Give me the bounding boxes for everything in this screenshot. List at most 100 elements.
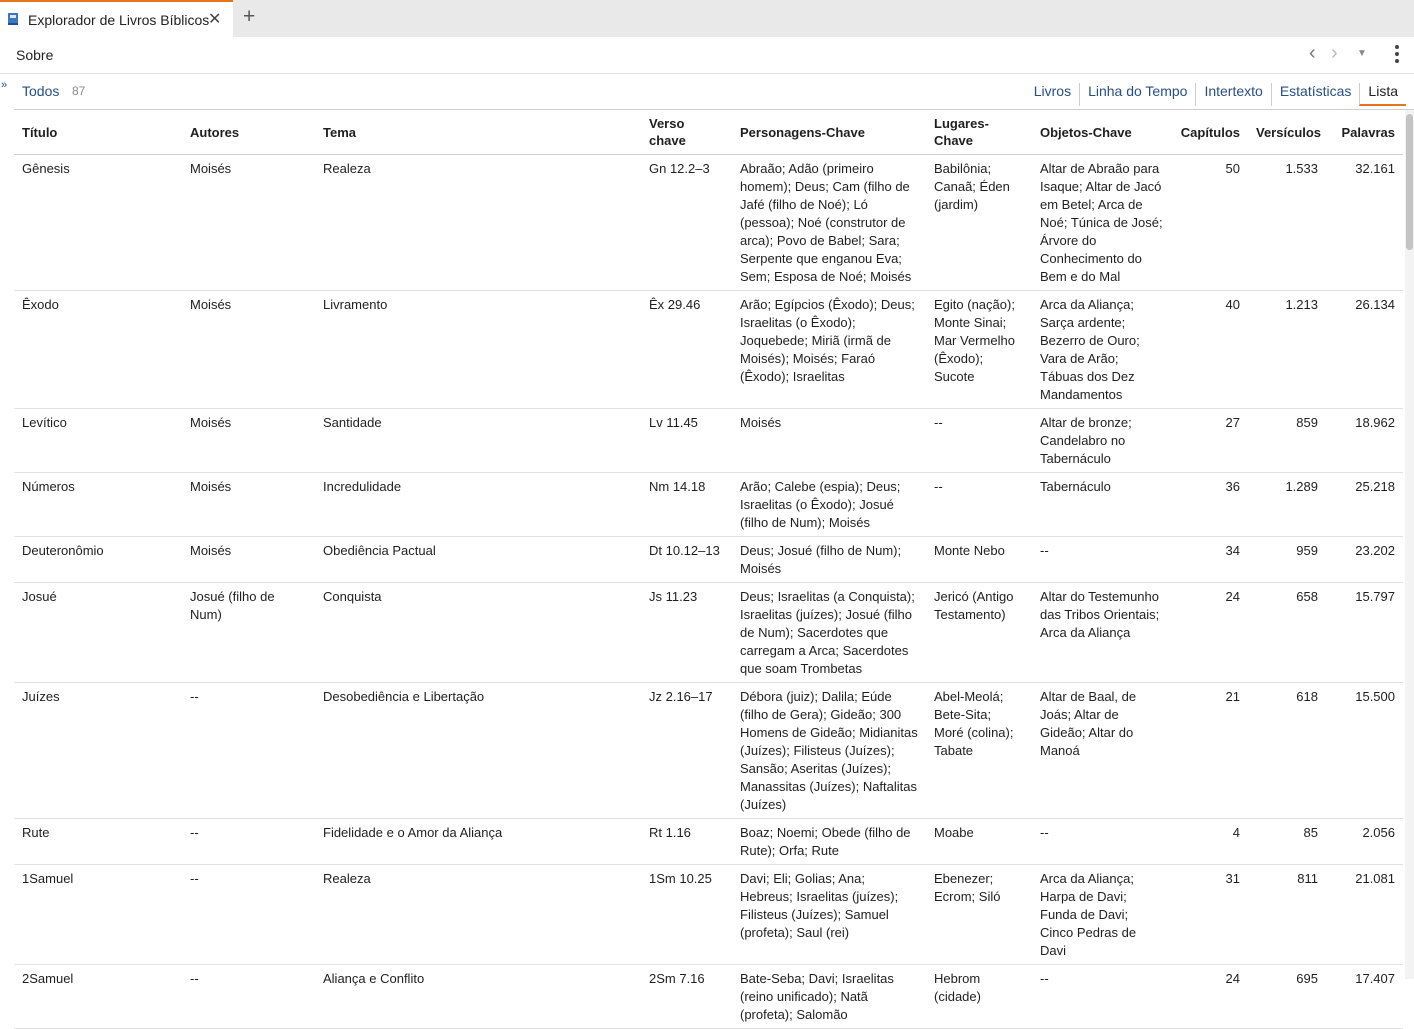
- cell-objects[interactable]: Altar de Abraão para Isaque; Altar de Ja…: [1032, 154, 1172, 291]
- cell-title[interactable]: Josué: [14, 582, 182, 683]
- table-row[interactable]: Rute -- Fidelidade e o Amor da Aliança Rt 1…: [14, 818, 1403, 865]
- tab-intertexto[interactable]: Intertexto: [1195, 83, 1270, 106]
- cell-characters[interactable]: Davi; Eli; Golias; Ana; Hebreus; Israeli…: [732, 864, 926, 965]
- cell-chapters: 31: [1172, 864, 1248, 965]
- cell-characters[interactable]: Abraão; Adão (primeiro homem); Deus; Cam…: [732, 154, 926, 291]
- cell-authors[interactable]: Moisés: [182, 472, 315, 537]
- cell-places[interactable]: Jericó (Antigo Testamento): [926, 582, 1032, 683]
- table-row[interactable]: Levítico Moisés Santidade Lv 11.45 Moisés -- A…: [14, 408, 1403, 473]
- col-header-places[interactable]: Lugares-Chave: [926, 110, 1032, 155]
- vertical-scrollbar[interactable]: [1405, 110, 1414, 979]
- table-row[interactable]: Êxodo Moisés Livramento Êx 29.46 Arão; Egípc…: [14, 290, 1403, 409]
- cell-words: 23.202: [1326, 536, 1403, 583]
- cell-key-verse[interactable]: Js 11.23: [641, 582, 732, 683]
- cell-characters[interactable]: Débora (juiz); Dalila; Eúde (filho de Ge…: [732, 682, 926, 819]
- cell-places[interactable]: Egito (nação); Monte Sinai; Mar Vermelho…: [926, 290, 1032, 409]
- more-options-icon[interactable]: [1393, 45, 1401, 65]
- cell-words: 32.161: [1326, 154, 1403, 291]
- cell-title[interactable]: Números: [14, 472, 182, 537]
- col-header-verses[interactable]: Versículos: [1248, 110, 1326, 155]
- cell-title[interactable]: Gênesis: [14, 154, 182, 291]
- table-row[interactable]: Deuteronômio Moisés Obediência Pactual Dt 1…: [14, 536, 1403, 583]
- tab-livros[interactable]: Livros: [1026, 83, 1079, 106]
- col-header-authors[interactable]: Autores: [182, 110, 315, 155]
- cell-objects[interactable]: Altar do Testemunho das Tribos Orientais…: [1032, 582, 1172, 683]
- tab-linha-do-tempo[interactable]: Linha do Tempo: [1079, 83, 1195, 106]
- cell-places[interactable]: Monte Nebo: [926, 536, 1032, 583]
- cell-characters[interactable]: Moisés: [732, 408, 926, 473]
- filter-todos[interactable]: Todos: [22, 83, 59, 99]
- cell-key-verse[interactable]: 2Sm 7.16: [641, 964, 732, 1029]
- table-row[interactable]: Gênesis Moisés Realeza Gn 12.2–3 Abraão; Adã…: [14, 154, 1403, 291]
- cell-objects[interactable]: Tabernáculo: [1032, 472, 1172, 537]
- cell-characters[interactable]: Bate-Seba; Davi; Israelitas (reino unifi…: [732, 964, 926, 1029]
- view-tabs: Livros Linha do Tempo Intertexto Estatís…: [1026, 83, 1406, 106]
- cell-title[interactable]: 2Samuel: [14, 964, 182, 1029]
- cell-objects[interactable]: Arca da Aliança; Sarça ardente; Bezerro …: [1032, 290, 1172, 409]
- cell-chapters: 34: [1172, 536, 1248, 583]
- col-header-chapters[interactable]: Capítulos: [1172, 110, 1248, 155]
- forward-icon[interactable]: ›: [1331, 42, 1338, 65]
- cell-objects[interactable]: Altar de bronze; Candelabro no Tabernácu…: [1032, 408, 1172, 473]
- cell-authors[interactable]: Moisés: [182, 536, 315, 583]
- cell-places[interactable]: Babilônia; Canaã; Éden (jardim): [926, 154, 1032, 291]
- cell-authors[interactable]: Moisés: [182, 154, 315, 291]
- cell-title[interactable]: Êxodo: [14, 290, 182, 409]
- cell-key-verse[interactable]: Gn 12.2–3: [641, 154, 732, 291]
- cell-places[interactable]: Hebrom (cidade): [926, 964, 1032, 1029]
- cell-characters[interactable]: Deus; Israelitas (a Conquista); Israelit…: [732, 582, 926, 683]
- col-header-title[interactable]: Título: [14, 110, 182, 155]
- cell-verses: 695: [1248, 964, 1326, 1029]
- cell-chapters: 40: [1172, 290, 1248, 409]
- cell-verses: 1.533: [1248, 154, 1326, 291]
- scrollbar-thumb[interactable]: [1406, 114, 1413, 250]
- cell-key-verse[interactable]: Êx 29.46: [641, 290, 732, 409]
- tab-explorador[interactable]: Explorador de Livros Bíblicos ✕: [0, 0, 233, 37]
- cell-objects: --: [1032, 964, 1172, 1029]
- cell-characters[interactable]: Arão; Egípcios (Êxodo); Deus; Israelitas…: [732, 290, 926, 409]
- cell-title[interactable]: Rute: [14, 818, 182, 865]
- new-tab-icon[interactable]: +: [243, 6, 255, 28]
- cell-theme: Incredulidade: [315, 472, 641, 537]
- cell-key-verse[interactable]: Rt 1.16: [641, 818, 732, 865]
- cell-key-verse[interactable]: 1Sm 10.25: [641, 864, 732, 965]
- table-row[interactable]: Números Moisés Incredulidade Nm 14.18 Arão; …: [14, 472, 1403, 537]
- col-header-theme[interactable]: Tema: [315, 110, 641, 155]
- cell-title[interactable]: 1Samuel: [14, 864, 182, 965]
- cell-places[interactable]: Moabe: [926, 818, 1032, 865]
- close-icon[interactable]: ✕: [208, 9, 221, 29]
- cell-title[interactable]: Levítico: [14, 408, 182, 473]
- cell-title[interactable]: Juízes: [14, 682, 182, 819]
- cell-places[interactable]: Ebenezer; Ecrom; Siló: [926, 864, 1032, 965]
- cell-objects[interactable]: Arca da Aliança; Harpa de Davi; Funda de…: [1032, 864, 1172, 965]
- cell-authors[interactable]: Josué (filho de Num): [182, 582, 315, 683]
- col-header-key-verse[interactable]: Verso chave: [641, 110, 732, 155]
- cell-places[interactable]: Abel-Meolá; Bete-Sita; Moré (colina); Ta…: [926, 682, 1032, 819]
- cell-key-verse[interactable]: Dt 10.12–13: [641, 536, 732, 583]
- cell-theme: Santidade: [315, 408, 641, 473]
- cell-authors[interactable]: Moisés: [182, 408, 315, 473]
- cell-title[interactable]: Deuteronômio: [14, 536, 182, 583]
- col-header-characters[interactable]: Personagens-Chave: [732, 110, 926, 155]
- cell-objects[interactable]: Altar de Baal, de Joás; Altar de Gideão;…: [1032, 682, 1172, 819]
- table-row[interactable]: 2Samuel -- Aliança e Conflito 2Sm 7.16 Bate-…: [14, 964, 1403, 1029]
- sidebar-expand-icon[interactable]: »: [1, 79, 7, 91]
- cell-characters[interactable]: Boaz; Noemi; Obede (filho de Rute); Orfa…: [732, 818, 926, 865]
- cell-authors[interactable]: Moisés: [182, 290, 315, 409]
- chevron-down-icon[interactable]: ▼: [1357, 48, 1367, 59]
- tab-lista[interactable]: Lista: [1359, 83, 1406, 106]
- cell-key-verse[interactable]: Jz 2.16–17: [641, 682, 732, 819]
- table-row[interactable]: Juízes -- Desobediência e Libertação Jz 2.1…: [14, 682, 1403, 819]
- col-header-objects[interactable]: Objetos-Chave: [1032, 110, 1172, 155]
- tab-estatisticas[interactable]: Estatísticas: [1270, 83, 1360, 106]
- cell-key-verse[interactable]: Nm 14.18: [641, 472, 732, 537]
- cell-verses: 1.289: [1248, 472, 1326, 537]
- cell-characters[interactable]: Arão; Calebe (espia); Deus; Israelitas (…: [732, 472, 926, 537]
- col-header-words[interactable]: Palavras: [1326, 110, 1403, 155]
- cell-characters[interactable]: Deus; Josué (filho de Num); Moisés: [732, 536, 926, 583]
- table-row[interactable]: 1Samuel -- Realeza 1Sm 10.25 Davi; Eli; Goli…: [14, 864, 1403, 965]
- cell-theme: Realeza: [315, 154, 641, 291]
- back-icon[interactable]: ‹: [1309, 42, 1316, 65]
- cell-key-verse[interactable]: Lv 11.45: [641, 408, 732, 473]
- table-row[interactable]: Josué Josué (filho de Num) Conquista Js 11.…: [14, 582, 1403, 683]
